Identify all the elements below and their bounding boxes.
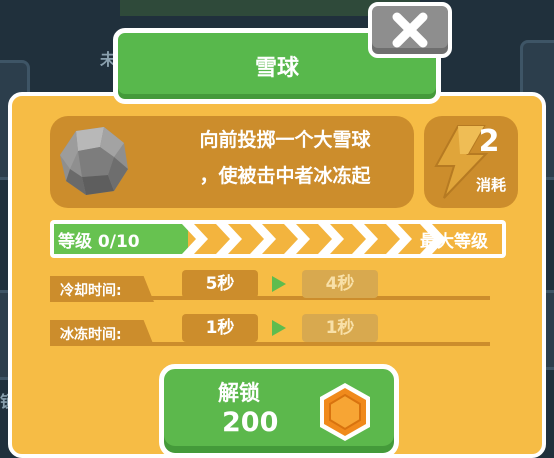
cost-label: 消耗 (475, 176, 506, 194)
skill-description: 向前投掷一个大雪球 ，使被击中者冰冻起 (160, 122, 410, 194)
unlock-button[interactable]: 解锁 200 (159, 364, 399, 458)
stat-current-cooldown: 5秒 (182, 270, 258, 298)
cost-value: 2 (478, 124, 500, 159)
hexagon-coin-icon (320, 383, 370, 441)
description-box: 向前投掷一个大雪球 ，使被击中者冰冻起 (50, 116, 414, 208)
close-button[interactable] (368, 2, 452, 58)
stat-label-freeze: 冰冻时间: (50, 320, 154, 346)
max-level-label: 最大等级 (420, 232, 488, 252)
snowball-rock-icon (60, 127, 128, 195)
arrow-right-icon (272, 276, 286, 292)
cost-box: 2 消耗 (424, 116, 518, 208)
stat-label-cooldown: 冷却时间: (50, 276, 154, 302)
unlock-price: 200 (222, 407, 279, 438)
stat-current-freeze: 1秒 (182, 314, 258, 342)
arrow-right-icon (272, 320, 286, 336)
close-x-icon (392, 12, 428, 48)
skill-title: 雪球 (254, 56, 299, 81)
stat-next-cooldown: 4秒 (302, 270, 378, 298)
unlock-label: 解锁 (218, 381, 260, 405)
level-label: 等级 0/10 (58, 232, 140, 252)
description-line-2: ，使被击中者冰冻起 (199, 165, 371, 187)
stat-next-freeze: 1秒 (302, 314, 378, 342)
description-line-1: 向前投掷一个大雪球 (199, 129, 371, 151)
